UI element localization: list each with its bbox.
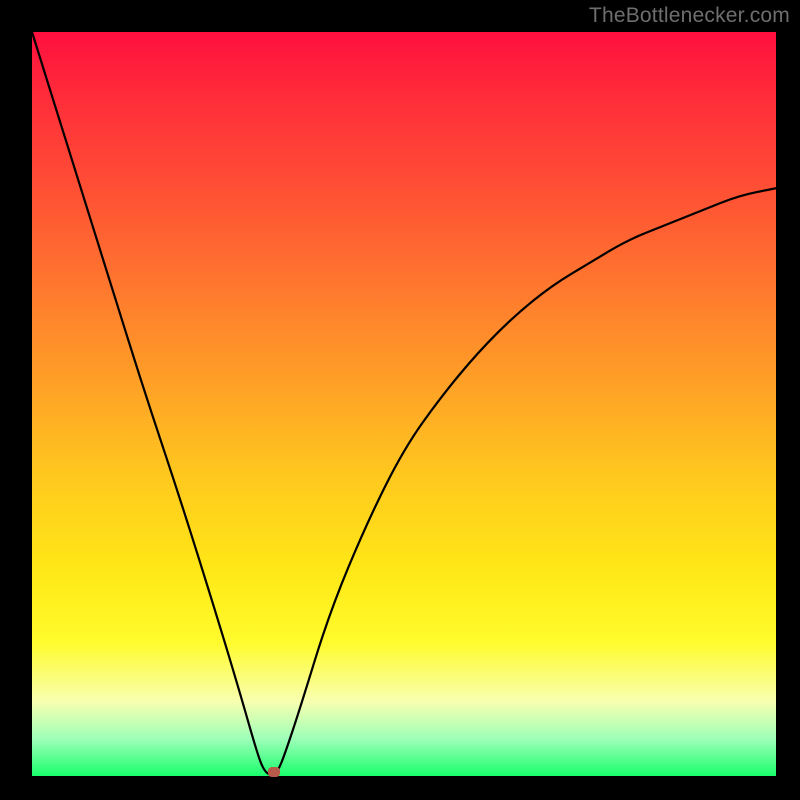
chart-frame: TheBottlenecker.com (0, 0, 800, 800)
optimal-point-marker (268, 767, 280, 777)
watermark-text: TheBottlenecker.com (589, 4, 790, 28)
plot-area (32, 32, 776, 776)
bottleneck-curve (32, 32, 776, 776)
